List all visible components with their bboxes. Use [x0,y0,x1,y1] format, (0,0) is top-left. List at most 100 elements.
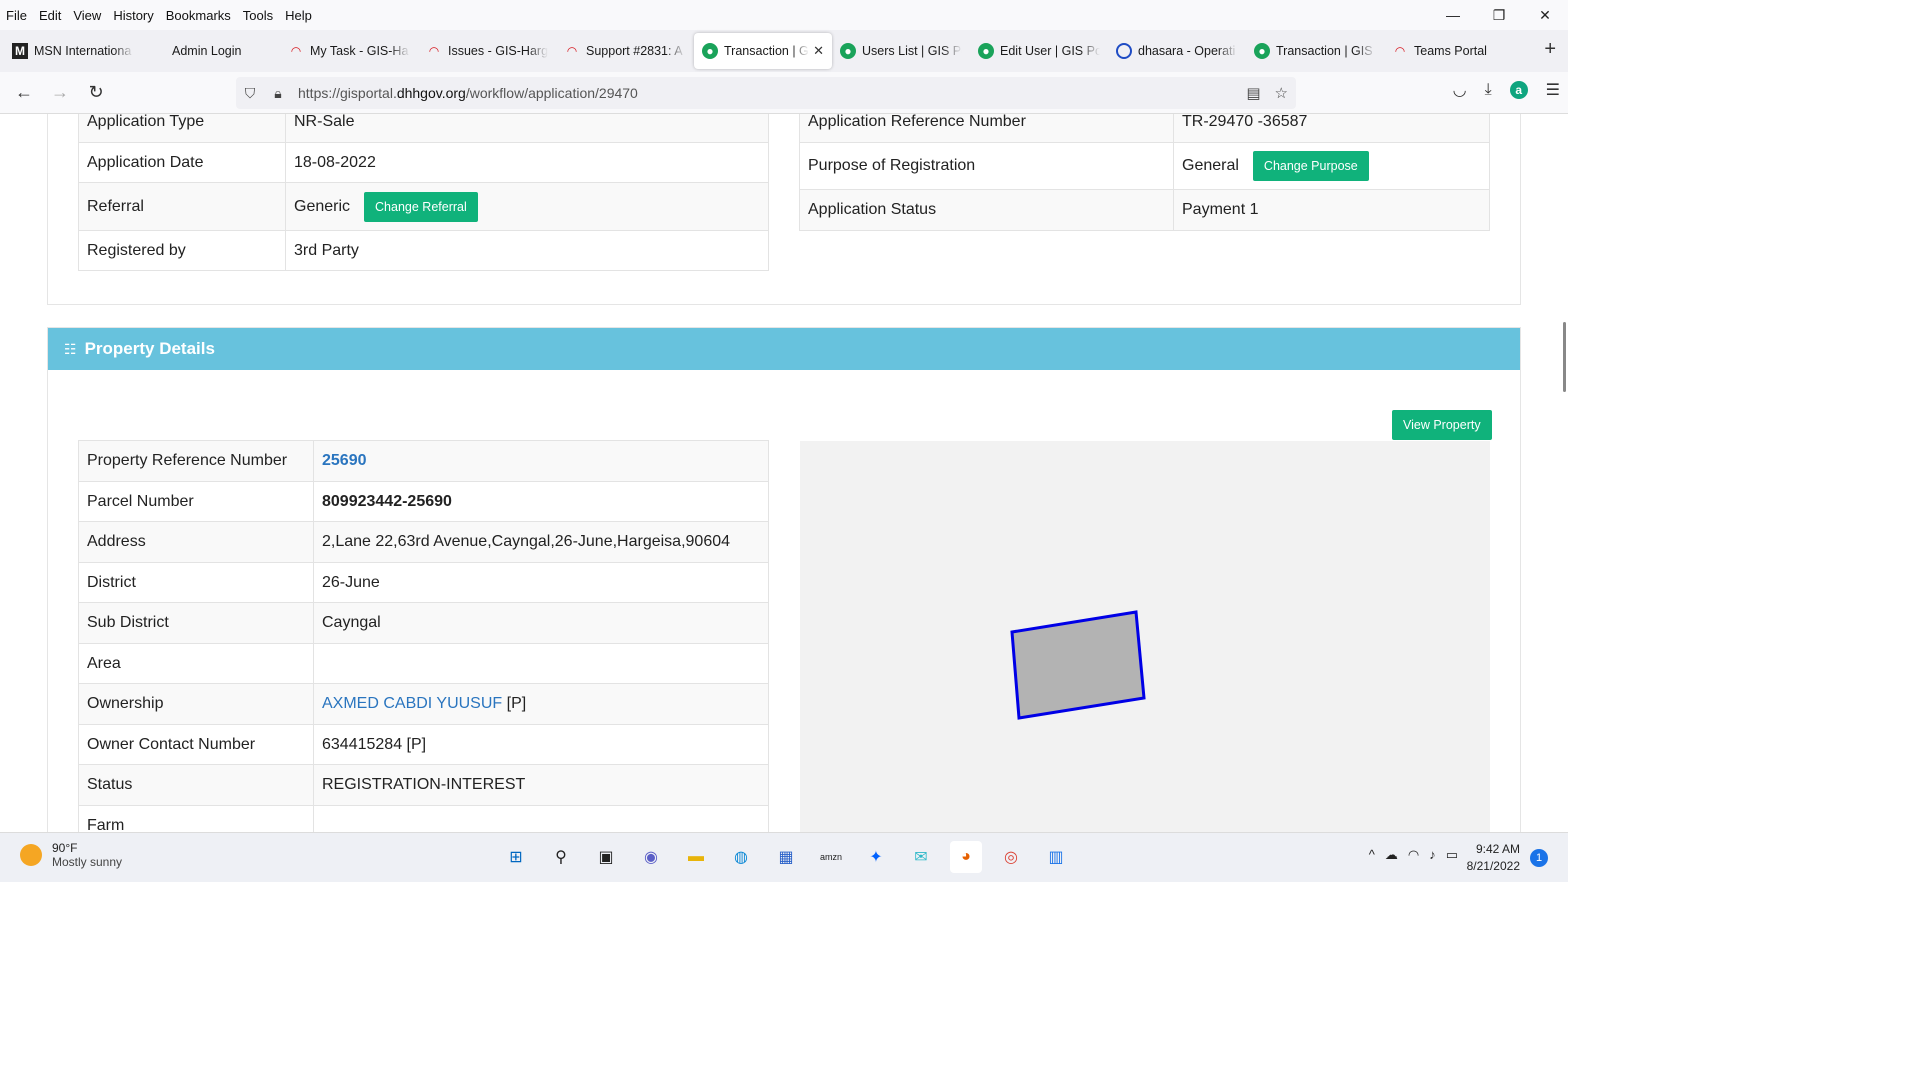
label: Referral [78,182,286,231]
menu-tools[interactable]: Tools [237,8,279,23]
tab-teams-portal[interactable]: ◠ Teams Portal [1384,33,1522,69]
msn-icon: M [12,43,28,59]
label: Application Reference Number [799,114,1174,143]
redmine-icon: ◠ [429,44,439,58]
volume-icon[interactable]: ♪ [1429,847,1436,863]
file-explorer-icon[interactable]: ▬ [680,841,712,873]
tab-issues[interactable]: ◠ Issues - GIS-Harg [418,33,556,69]
application-info-right-table: Application Reference Number TR-29470 -36… [799,114,1490,231]
label: Owner Contact Number [78,724,314,765]
application-reference-value: TR-29470 -36587 [1173,114,1490,143]
farm-value [313,805,769,832]
forward-arrow-icon[interactable]: → [42,82,78,103]
referral-value: Generic [294,197,351,215]
change-referral-button[interactable]: Change Referral [364,191,478,222]
menu-file[interactable]: File [0,8,33,23]
tab-support[interactable]: ◠ Support #2831: A [556,33,694,69]
address-value: 2,Lane 22,63rd Avenue,Cayngal,26-June,Ha… [313,521,769,563]
redmine-icon: ◠ [567,44,577,58]
tab-admin-login[interactable]: Admin Login [142,33,280,69]
start-icon[interactable]: ⊞ [500,841,532,873]
navigation-bar: ← → ↻ ⛉ 🔒︎ https://gisportal.dhhgov.org/… [0,72,1568,114]
url-bar[interactable]: ⛉ 🔒︎ https://gisportal.dhhgov.org/workfl… [236,77,1296,109]
parcel-number-value: 809923442-25690 [313,481,769,522]
label: Ownership [78,683,314,725]
task-view-icon[interactable]: ▣ [590,841,622,873]
label: Address [78,521,314,563]
menu-bookmarks[interactable]: Bookmarks [160,8,237,23]
dropbox-icon[interactable]: ✦ [860,841,892,873]
weather-widget[interactable]: 90°F Mostly sunny [20,841,122,869]
notepad-icon[interactable]: ▥ [1040,841,1072,873]
gis-icon: ● [1254,43,1270,59]
cloud-icon[interactable]: ☁ [1385,847,1398,863]
redmine-icon: ◠ [1395,44,1405,58]
area-value [313,643,769,684]
property-details-header[interactable]: ☷ Property Details [48,328,1520,370]
tab-edit-user[interactable]: ● Edit User | GIS Po [970,33,1108,69]
gis-icon: ● [702,43,718,59]
windows-taskbar: 90°F Mostly sunny ⊞ ⚲ ▣ ◉ ▬ ◍ ▦ amzn ✦ ✉… [0,832,1568,882]
amazon-icon[interactable]: amzn [815,841,847,873]
firefox-icon[interactable]: ◕ [950,841,982,873]
reader-view-icon[interactable]: ▤ [1246,84,1260,102]
owner-contact-value: 634415284 [P] [313,724,769,765]
minimize-button[interactable]: — [1430,0,1476,30]
clock-date: 8/21/2022 [1466,859,1520,873]
reload-icon[interactable]: ↻ [78,82,114,103]
mail-icon[interactable]: ✉ [905,841,937,873]
restore-button[interactable]: ❐ [1476,0,1522,30]
tab-dhasara[interactable]: dhasara - Operati [1108,33,1246,69]
parcel-polygon[interactable] [1010,610,1146,720]
district-value: 26-June [313,562,769,603]
page-content: Application Type NR-Sale Application Date… [0,114,1568,832]
menu-history[interactable]: History [107,8,159,23]
page-scrollbar[interactable] [1563,322,1566,392]
owner-name-link[interactable]: AXMED CABDI YUUSUF [322,695,502,712]
status-value: REGISTRATION-INTEREST [313,764,769,806]
tab-transaction[interactable]: ● Transaction | GIS [1246,33,1384,69]
battery-icon[interactable]: ▭ [1446,847,1458,863]
view-property-button[interactable]: View Property [1392,410,1492,440]
lock-icon[interactable]: 🔒︎ [264,85,292,102]
url-text: https://gisportal.dhhgov.org/workflow/ap… [298,85,638,101]
search-icon[interactable]: ⚲ [545,841,577,873]
label: Sub District [78,602,314,644]
tab-transaction-active[interactable]: ● Transaction | G ✕ [694,33,832,69]
bookmark-star-icon[interactable]: ☆ [1275,84,1288,102]
tab-users-list[interactable]: ● Users List | GIS Po [832,33,970,69]
label: Farm [78,805,314,832]
label: Area [78,643,314,684]
edge-icon[interactable]: ◍ [725,841,757,873]
menu-edit[interactable]: Edit [33,8,67,23]
close-window-button[interactable]: ✕ [1522,0,1568,30]
application-date-value: 18-08-2022 [285,142,769,183]
chrome-icon[interactable]: ◎ [995,841,1027,873]
change-purpose-button[interactable]: Change Purpose [1252,151,1369,181]
parcel-map[interactable] [800,441,1490,832]
tab-my-task[interactable]: ◠ My Task - GIS-Ha [280,33,418,69]
pocket-icon[interactable]: ◡ [1453,80,1467,100]
menu-view[interactable]: View [67,8,107,23]
close-tab-icon[interactable]: ✕ [813,43,824,59]
sub-district-value: Cayngal [313,602,769,644]
label: Application Date [78,142,286,183]
store-icon[interactable]: ▦ [770,841,802,873]
new-tab-plus-icon[interactable]: + [1544,38,1556,61]
label: Application Type [78,114,286,143]
property-reference-link[interactable]: 25690 [322,452,367,469]
download-icon[interactable]: ⤓ [1485,81,1492,99]
shield-icon[interactable]: ⛉ [236,85,264,102]
window-controls: — ❐ ✕ [1430,0,1568,30]
chat-icon[interactable]: ◉ [635,841,667,873]
wifi-icon[interactable]: ◠ [1408,847,1419,863]
chevron-up-icon[interactable]: ^ [1369,847,1375,863]
label: Status [78,764,314,806]
tab-msn[interactable]: M MSN Internationa [4,33,142,69]
clock[interactable]: 9:42 AM 8/21/2022 [1467,841,1520,875]
extension-a-icon[interactable]: a [1509,81,1528,99]
notification-badge[interactable]: 1 [1530,849,1548,867]
back-arrow-icon[interactable]: ← [6,82,42,103]
hamburger-menu-icon[interactable]: ☰ [1546,80,1560,100]
menu-help[interactable]: Help [279,8,318,23]
